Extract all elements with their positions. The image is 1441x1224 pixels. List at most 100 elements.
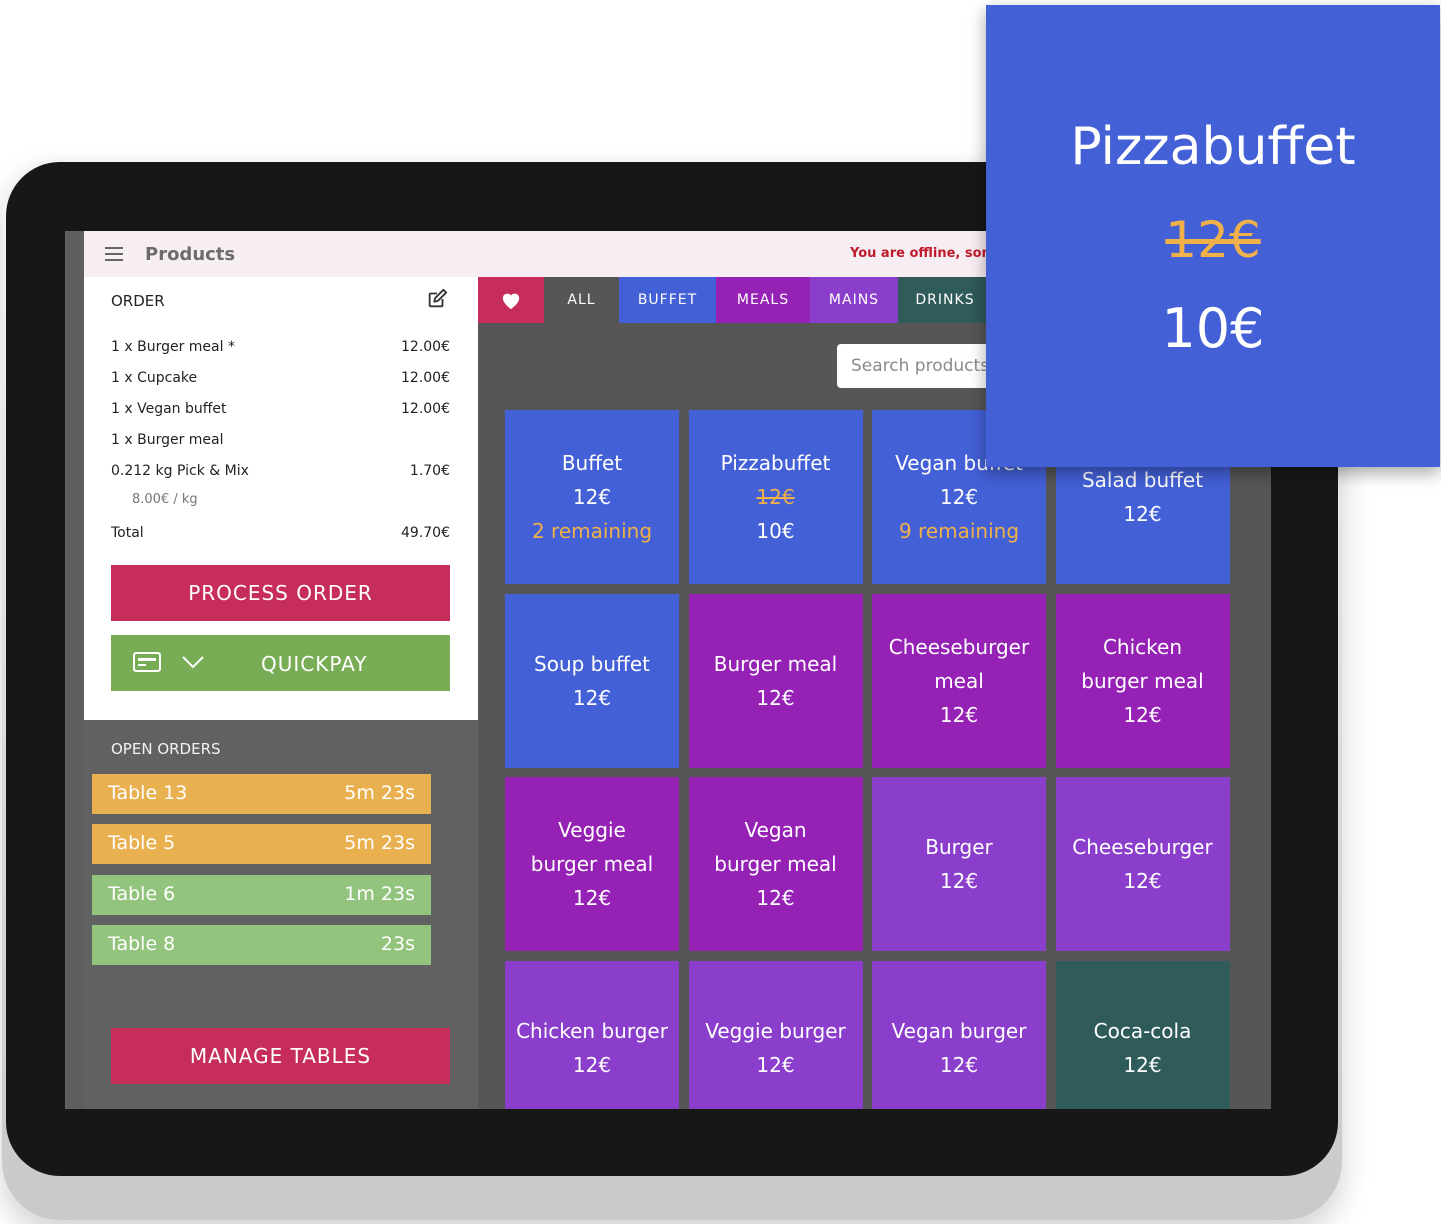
product-remaining: 9 remaining — [898, 519, 1020, 543]
product-price: 12€ — [756, 886, 795, 910]
product-price: 12€ — [572, 886, 612, 910]
product-tile[interactable]: Cheeseburger meal 12€ — [872, 593, 1046, 768]
open-order-time: 1m 23s — [344, 883, 415, 905]
process-order-button[interactable]: PROCESS ORDER — [111, 565, 450, 621]
product-name: Veggie burger — [705, 1018, 846, 1043]
product-price: 12€ — [1123, 869, 1162, 893]
product-tile[interactable]: Burger meal 12€ — [688, 593, 863, 768]
product-price: 12€ — [1123, 1052, 1162, 1077]
search-input[interactable]: Search products — [837, 344, 1007, 388]
sidebar-strip — [65, 231, 84, 1109]
page-title: Products — [145, 243, 236, 265]
open-order-name: Table 6 — [108, 883, 176, 905]
card-icon — [133, 652, 161, 672]
open-order-time: 23s — [380, 933, 415, 955]
open-order-time: 5m 23s — [344, 832, 415, 854]
product-remaining: 2 remaining — [531, 519, 653, 543]
product-price: 12€ — [1123, 702, 1162, 727]
product-price: 12€ — [572, 1052, 612, 1077]
product-price: 12€ — [1123, 502, 1162, 526]
product-name: Salad buffet — [1081, 468, 1204, 492]
product-tile[interactable]: Burger 12€ — [872, 777, 1046, 951]
order-line-item: 0.212 kg Pick & Mix — [111, 463, 249, 479]
product-name: Cheeseburger — [888, 634, 1030, 659]
product-price: 12€ — [939, 702, 979, 727]
product-tile[interactable]: Vegan burger meal 12€ — [688, 777, 863, 951]
product-price: 12€ — [939, 869, 979, 893]
order-line-item: 1 x Vegan buffet — [111, 401, 227, 417]
product-tile[interactable]: Coca-cola 12€ — [1055, 960, 1230, 1109]
product-price: 10€ — [756, 519, 795, 543]
product-old-price: 12€ — [756, 485, 795, 509]
product-tile[interactable]: Pizzabuffet 12€ 10€ — [688, 410, 863, 584]
edit-icon[interactable] — [426, 288, 448, 310]
favorites-tab[interactable] — [478, 277, 544, 323]
menu-icon[interactable] — [105, 243, 123, 265]
product-price: 12€ — [572, 685, 612, 710]
product-tile[interactable]: Buffet 12€ 2 remaining — [505, 410, 679, 584]
product-tile[interactable]: Veggie burger meal 12€ — [505, 777, 679, 951]
product-name: Cheeseburger — [1072, 835, 1213, 859]
open-order-name: Table 13 — [108, 782, 188, 804]
order-line-item: 1 x Burger meal * — [111, 339, 235, 355]
product-name: Coca-cola — [1093, 1018, 1192, 1043]
open-order-table-13[interactable]: Table 13 5m 23s — [92, 774, 431, 814]
total-value: 49.70€ — [401, 525, 450, 541]
total-label: Total — [111, 525, 144, 541]
product-name: Pizzabuffet — [720, 451, 831, 475]
order-line-price: 1.70€ — [409, 463, 450, 479]
open-order-table-5[interactable]: Table 5 5m 23s — [92, 824, 431, 864]
product-price: 12€ — [756, 685, 795, 710]
product-tile[interactable]: Veggie burger 12€ — [688, 960, 863, 1109]
chevron-down-icon[interactable] — [181, 655, 205, 669]
product-price: 12€ — [939, 1052, 979, 1077]
unit-price: 8.00€ / kg — [132, 492, 198, 507]
product-name: Burger — [925, 835, 993, 859]
product-price: 12€ — [572, 485, 612, 509]
order-line-item: 1 x Burger meal — [111, 432, 224, 448]
product-name: burger meal — [1081, 668, 1204, 693]
open-order-table-8[interactable]: Table 8 23s — [92, 925, 431, 965]
tab-meals[interactable]: MEALS — [716, 277, 810, 323]
product-name: meal — [934, 668, 984, 693]
product-name: Veggie — [558, 818, 626, 842]
tab-drinks[interactable]: DRINKS — [898, 277, 992, 323]
zoom-callout: Pizzabuffet 12€ 10€ — [986, 5, 1440, 467]
product-name: burger meal — [530, 852, 654, 876]
quickpay-label: QUICKPAY — [261, 652, 368, 676]
open-orders-title: OPEN ORDERS — [111, 740, 221, 758]
heart-icon — [502, 293, 520, 310]
zoom-old-price: 12€ — [1165, 211, 1261, 269]
product-tile[interactable]: Cheeseburger 12€ — [1055, 777, 1230, 951]
product-name: Vegan burger — [891, 1018, 1027, 1043]
open-order-time: 5m 23s — [344, 782, 415, 804]
product-name: burger meal — [714, 852, 837, 876]
product-price: 12€ — [939, 485, 979, 509]
product-tile[interactable]: Chicken burger meal 12€ — [1055, 593, 1230, 768]
tab-all[interactable]: ALL — [544, 277, 619, 323]
order-line-price: 12.00€ — [401, 339, 450, 355]
order-line-price: 12.00€ — [401, 370, 450, 386]
category-tabs: ALL BUFFET MEALS MAINS DRINKS — [478, 277, 992, 323]
zoom-new-price: 10€ — [1161, 297, 1265, 360]
product-tile[interactable]: Vegan burger 12€ — [872, 960, 1046, 1109]
open-order-name: Table 8 — [108, 933, 176, 955]
product-tile[interactable]: Soup buffet 12€ — [505, 593, 679, 768]
product-name: Chicken burger — [516, 1018, 668, 1043]
manage-tables-button[interactable]: MANAGE TABLES — [111, 1028, 450, 1084]
tab-buffet[interactable]: BUFFET — [619, 277, 716, 323]
product-name: Burger meal — [713, 651, 838, 676]
order-line-item: 1 x Cupcake — [111, 370, 198, 386]
order-title: ORDER — [111, 292, 165, 310]
product-name: Chicken — [1102, 634, 1183, 659]
product-tile[interactable]: Chicken burger 12€ — [505, 960, 679, 1109]
offline-notice: You are offline, some — [850, 246, 1004, 261]
tab-mains[interactable]: MAINS — [810, 277, 898, 323]
product-name: Soup buffet — [534, 651, 650, 676]
open-order-name: Table 5 — [108, 832, 176, 854]
product-price: 12€ — [756, 1052, 795, 1077]
order-panel: ORDER 1 x Burger meal * 12.00€ 1 x Cupca… — [84, 277, 478, 720]
product-name: Vegan — [744, 818, 807, 842]
open-order-table-6[interactable]: Table 6 1m 23s — [92, 875, 431, 915]
quickpay-button[interactable]: QUICKPAY — [111, 635, 450, 691]
